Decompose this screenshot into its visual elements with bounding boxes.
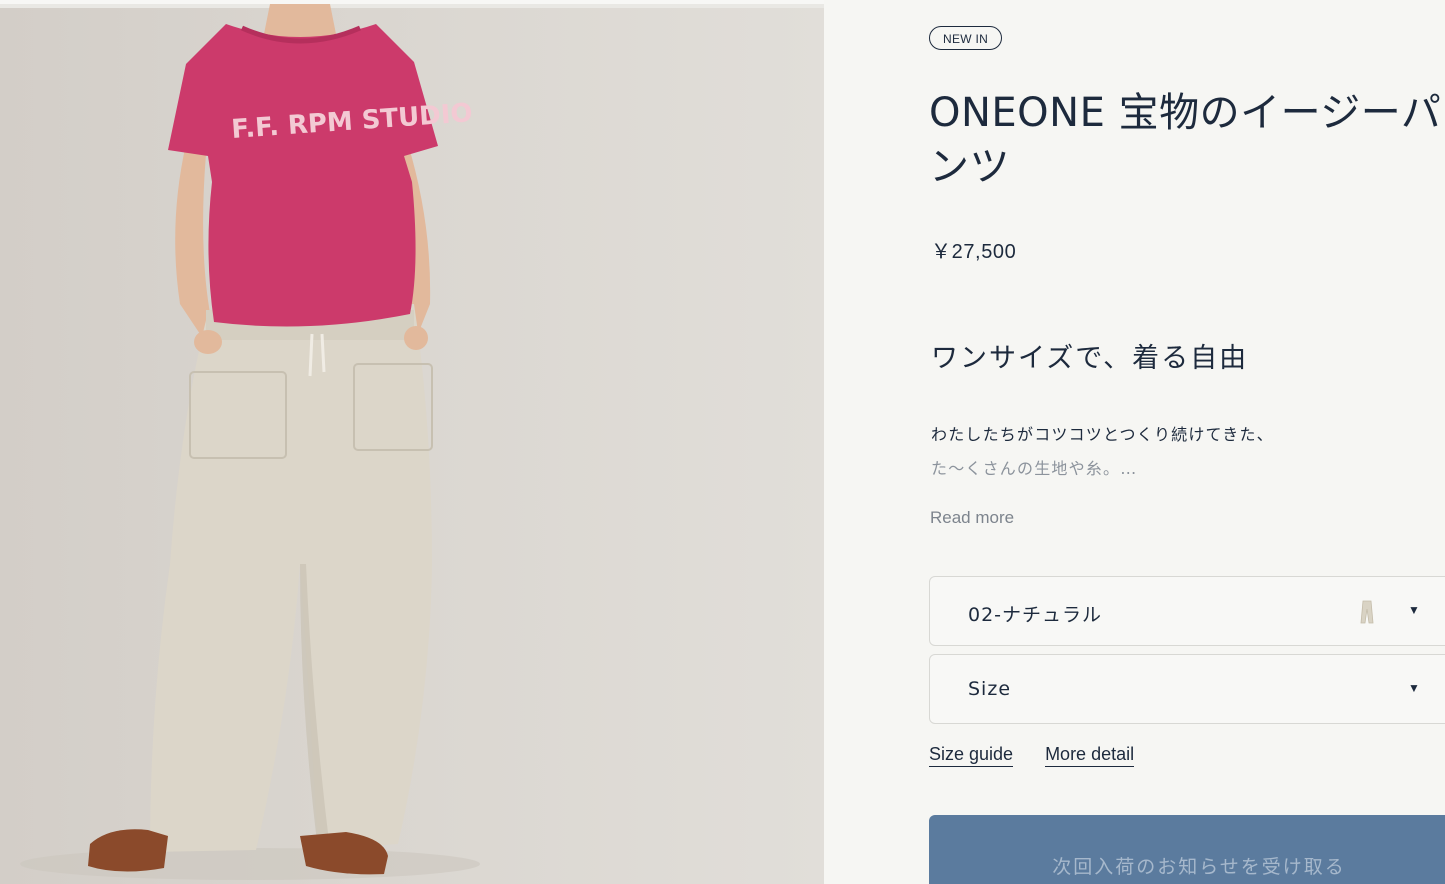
model-illustration: F.F. RPM STUDIO bbox=[20, 4, 480, 880]
read-more-link[interactable]: Read more bbox=[930, 508, 1014, 528]
description-line-2: た～くさんの生地や糸。… bbox=[931, 459, 1138, 478]
size-select-value: Size bbox=[968, 678, 1012, 700]
left-arm bbox=[175, 144, 212, 334]
pants bbox=[150, 304, 432, 852]
new-in-badge: NEW IN bbox=[929, 26, 1003, 50]
product-price: ￥27,500 bbox=[931, 241, 1017, 263]
neck bbox=[264, 4, 336, 41]
size-select[interactable]: Size ▼ bbox=[929, 654, 1445, 724]
left-hand bbox=[194, 330, 222, 354]
product-page: F.F. RPM STUDIO NEW IN ONEONE 宝物のイージーパンツ… bbox=[0, 0, 1445, 884]
size-guide-link[interactable]: Size guide bbox=[929, 744, 1014, 767]
color-select-value: 02-ナチュラル bbox=[968, 604, 1103, 626]
left-shoe bbox=[88, 829, 168, 872]
product-info-panel: NEW IN ONEONE 宝物のイージーパンツ ￥27,500 ワンサイズで、… bbox=[824, 0, 1445, 884]
product-tagline: ワンサイズで、着る自由 bbox=[931, 343, 1249, 374]
chevron-down-icon: ▼ bbox=[1408, 681, 1420, 695]
description-line-1: わたしたちがコツコツとつくり続けてきた、 bbox=[931, 425, 1274, 444]
product-title: ONEONE 宝物のイージーパンツ bbox=[929, 90, 1442, 190]
restock-notify-button[interactable]: 次回入荷のお知らせを受け取る bbox=[929, 815, 1445, 884]
tshirt bbox=[168, 24, 438, 327]
color-swatch-icon bbox=[1360, 600, 1374, 624]
chevron-down-icon: ▼ bbox=[1408, 603, 1420, 617]
color-select[interactable]: 02-ナチュラル ▼ bbox=[929, 576, 1445, 646]
product-links: Size guide More detail bbox=[929, 744, 1166, 767]
product-photo[interactable]: F.F. RPM STUDIO bbox=[0, 4, 824, 884]
right-hand bbox=[404, 326, 428, 350]
more-detail-link[interactable]: More detail bbox=[1045, 744, 1135, 767]
